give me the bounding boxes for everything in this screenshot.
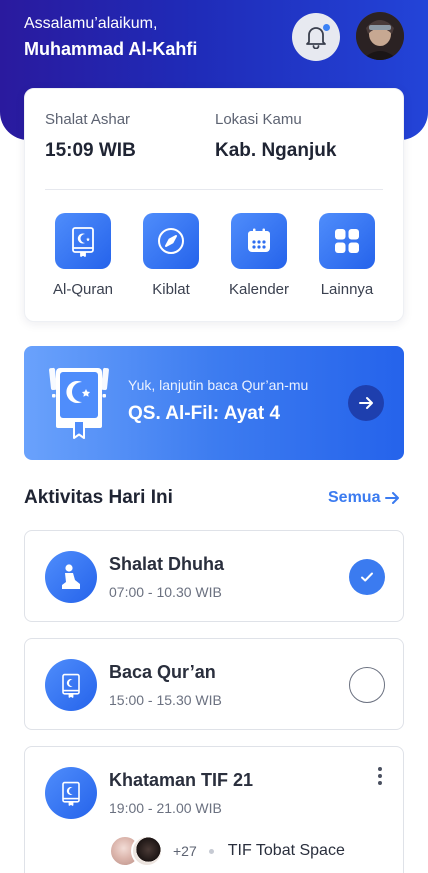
- user-name: Muhammad Al-Kahfi: [24, 39, 198, 59]
- activity-title: Khataman TIF 21: [109, 770, 254, 790]
- member-avatar: [131, 835, 163, 867]
- notification-button[interactable]: [292, 13, 340, 61]
- group-name: TIF Tobat Space: [227, 842, 345, 859]
- location-value: Kab. Nganjuk: [215, 140, 337, 161]
- activity-time: 15:00 - 15.30 WIB: [109, 692, 222, 708]
- banner-title: QS. Al-Fil: Ayat 4: [128, 403, 281, 424]
- more-dot: [378, 767, 382, 771]
- section-title: Aktivitas Hari Ini: [24, 487, 173, 508]
- feature-al-quran[interactable]: Al-Quran: [43, 213, 123, 298]
- feature-label-lainnya: Lainnya: [320, 281, 374, 298]
- user-avatar[interactable]: [356, 12, 404, 60]
- calendar-icon: [248, 228, 270, 252]
- activity-title: Baca Qur’an: [109, 662, 216, 682]
- prayer-info-card: Shalat Ashar 15:09 WIB Lokasi Kamu Kab. …: [24, 88, 404, 322]
- notification-dot: [322, 23, 331, 32]
- prayer-label: Shalat Ashar: [45, 111, 131, 128]
- feature-lainnya[interactable]: Lainnya: [307, 213, 387, 298]
- location-label: Lokasi Kamu: [215, 111, 302, 128]
- greeting-text: Assalamu’alaikum,: [24, 15, 158, 32]
- avatar-image: [356, 12, 404, 60]
- feature-label-kalender: Kalender: [228, 281, 290, 298]
- quran-icon: [72, 227, 94, 257]
- arrow-right-icon: [359, 397, 373, 409]
- see-all-label: Semua: [328, 489, 381, 506]
- activity-icon: [45, 767, 97, 819]
- compass-icon: [158, 228, 184, 254]
- arrow-right-icon: [385, 492, 400, 504]
- members-row: +27 TIF Tobat Space: [109, 835, 345, 867]
- prayer-time: 15:09 WIB: [45, 140, 136, 161]
- quran-icon: [62, 673, 80, 698]
- continue-reading-banner[interactable]: Yuk, lanjutin baca Qur’an-mu QS. Al-Fil:…: [24, 346, 404, 460]
- feature-label-al-quran: Al-Quran: [52, 281, 114, 298]
- banner-arrow-button[interactable]: [348, 385, 384, 421]
- card-divider: [45, 189, 383, 190]
- banner-subtitle: Yuk, lanjutin baca Qur’an-mu: [128, 377, 309, 393]
- feature-kalender[interactable]: Kalender: [219, 213, 299, 298]
- more-dot: [378, 781, 382, 785]
- completed-checkbox[interactable]: [349, 559, 385, 595]
- see-all-link[interactable]: Semua: [328, 489, 400, 507]
- separator-dot: [208, 848, 214, 854]
- activity-card-khataman[interactable]: Khataman TIF 21 19:00 - 21.00 WIB +27 TI…: [24, 746, 404, 873]
- feature-kiblat[interactable]: Kiblat: [131, 213, 211, 298]
- more-options-button[interactable]: [373, 767, 387, 787]
- check-icon: [361, 572, 373, 582]
- activity-card-shalat-dhuha[interactable]: Shalat Dhuha 07:00 - 10.30 WIB: [24, 530, 404, 622]
- activity-title: Shalat Dhuha: [109, 554, 225, 574]
- praying-person-icon: [62, 564, 80, 589]
- grid-icon: [335, 229, 359, 253]
- activity-time: 07:00 - 10.30 WIB: [109, 584, 222, 600]
- activity-card-baca-quran[interactable]: Baca Qur’an 15:00 - 15.30 WIB: [24, 638, 404, 730]
- incomplete-checkbox[interactable]: [349, 667, 385, 703]
- extra-members-count: +27: [173, 843, 197, 859]
- more-dot: [378, 774, 382, 778]
- activity-icon: [45, 659, 97, 711]
- activity-icon: [45, 551, 97, 603]
- activity-time: 19:00 - 21.00 WIB: [109, 800, 222, 816]
- feature-label-kiblat: Kiblat: [152, 281, 190, 298]
- quran-icon: [62, 781, 80, 806]
- quran-book-icon: [49, 367, 109, 439]
